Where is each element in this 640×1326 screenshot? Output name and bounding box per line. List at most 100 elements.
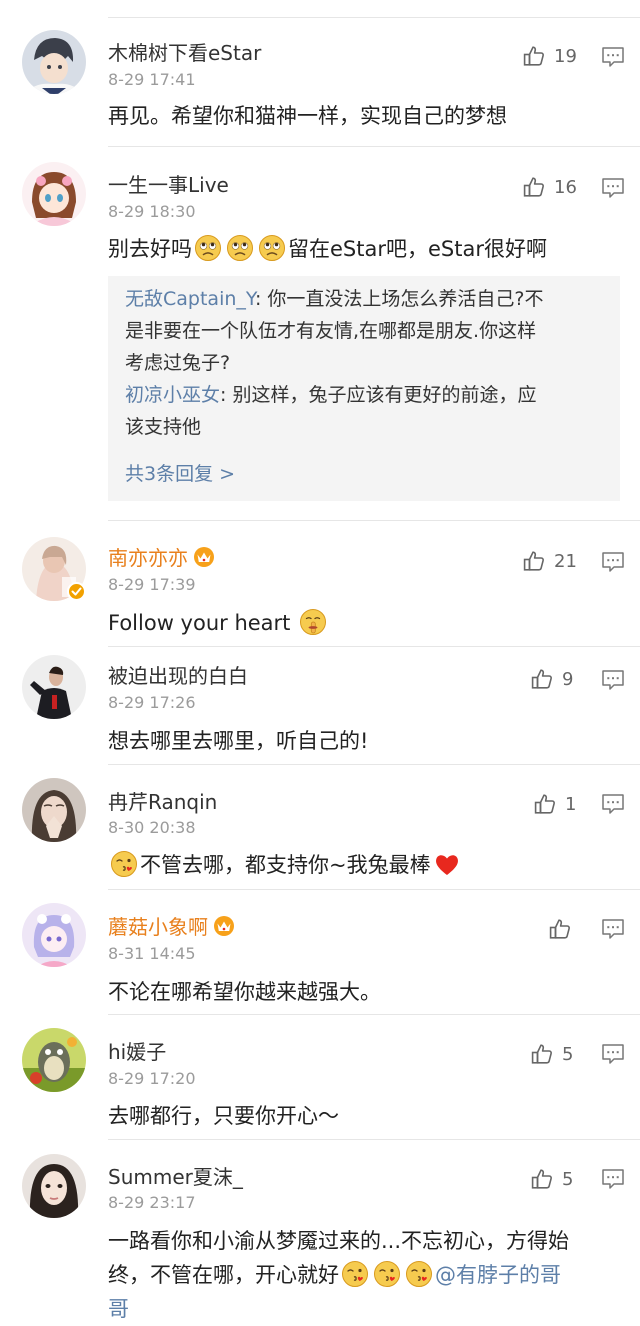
thumbs-up-icon — [530, 667, 554, 691]
comment-text: 去哪都行，只要你开心～ — [108, 1104, 339, 1128]
username[interactable]: Summer夏沫_ — [108, 1161, 243, 1190]
reply-line: 是非要在一个队伍才有友情,在哪都是朋友.你这样 — [125, 320, 537, 342]
comment-icon[interactable] — [601, 177, 625, 199]
reply-line: 考虑过兔子? — [125, 352, 231, 374]
comment-icon[interactable] — [601, 1043, 625, 1065]
avatar-image — [22, 903, 86, 967]
timestamp: 8-29 18:30 — [108, 202, 196, 221]
thumbs-up-icon — [522, 175, 546, 199]
blowing-kiss-emoji — [110, 850, 138, 878]
like-count: 9 — [562, 668, 574, 690]
username[interactable]: 被迫出现的白白 — [108, 660, 248, 689]
verified-badge-icon — [67, 582, 86, 601]
timestamp: 8-30 20:38 — [108, 818, 196, 837]
avatar[interactable] — [22, 903, 86, 967]
user-mention-link[interactable]: 哥 — [108, 1292, 620, 1326]
sad-face-emoji — [226, 234, 254, 262]
like-button[interactable]: 21 — [522, 549, 577, 573]
like-button[interactable] — [548, 917, 572, 941]
thumbs-up-icon — [533, 792, 557, 816]
comment-icon[interactable] — [601, 918, 625, 940]
like-button[interactable]: 1 — [533, 792, 576, 816]
avatar[interactable] — [22, 655, 86, 719]
vip-crown-icon — [192, 544, 216, 568]
thumbs-up-icon — [548, 917, 572, 941]
comment-text: 不论在哪希望你越来越强大。 — [108, 980, 381, 1004]
comment-icon[interactable] — [601, 551, 625, 573]
timestamp: 8-31 14:45 — [108, 944, 196, 963]
username[interactable]: 南亦亦亦 — [108, 542, 216, 571]
sad-face-emoji — [258, 234, 286, 262]
avatar-image — [22, 162, 86, 226]
like-count: 16 — [554, 176, 577, 198]
avatar-image — [22, 1028, 86, 1092]
reply-line: 无敌Captain_Y: 你一直没法上场怎么养活自己?不 — [125, 283, 604, 315]
timestamp: 8-29 17:26 — [108, 693, 196, 712]
comment-icon[interactable] — [601, 669, 625, 691]
reply-preview-box[interactable]: 无敌Captain_Y: 你一直没法上场怎么养活自己?不 是非要在一个队伍才有友… — [108, 276, 620, 501]
avatar[interactable] — [22, 162, 86, 226]
comment-text: 一路看你和小渝从梦魇过来的...不忘初心，方得始 — [108, 1229, 570, 1253]
view-all-replies-link[interactable]: 共3条回复 > — [125, 459, 235, 486]
reply-line: 该支持他 — [125, 416, 202, 438]
username[interactable]: 蘑菇小象啊 — [108, 911, 236, 940]
avatar-image — [22, 1154, 86, 1218]
like-count: 21 — [554, 550, 577, 572]
avatar-image — [22, 778, 86, 842]
like-count: 19 — [554, 45, 577, 67]
user-mention-link[interactable]: @有脖子的哥 — [435, 1263, 561, 1287]
avatar-image — [22, 655, 86, 719]
reply-text: 你一直没法上场怎么养活自己?不 — [267, 288, 544, 310]
timestamp: 8-29 17:39 — [108, 575, 196, 594]
avatar[interactable] — [22, 30, 86, 94]
comment-text: 终，不管在哪，开心就好 @有脖子的哥 — [108, 1258, 620, 1292]
like-count: 5 — [562, 1168, 574, 1190]
reply-line: 初凉小巫女: 别这样，兔子应该有更好的前途，应 — [125, 379, 604, 411]
timestamp: 8-29 17:20 — [108, 1069, 196, 1088]
comment-item: 南亦亦亦 8-29 17:39 21 Follow your heart — [0, 521, 640, 647]
comment-icon[interactable] — [601, 1168, 625, 1190]
like-button[interactable]: 5 — [530, 1042, 573, 1066]
comment-text-part: 留在eStar吧，eStar很好啊 — [288, 237, 547, 261]
comment-text: 想去哪里去哪里，听自己的! — [108, 729, 369, 753]
like-button[interactable]: 9 — [530, 667, 573, 691]
comment-text-part: 别去好吗 — [108, 237, 192, 261]
reply-username[interactable]: 初凉小巫女 — [125, 384, 220, 406]
thumbs-up-icon — [530, 1167, 554, 1191]
comment-item: Summer夏沫_ 8-29 23:17 5 一路看你和小渝从梦魇过来的...不… — [0, 1140, 640, 1321]
blowing-kiss-emoji — [341, 1260, 369, 1288]
like-button[interactable]: 19 — [522, 44, 577, 68]
username[interactable]: 木棉树下看eStar — [108, 37, 261, 66]
comment-text: 再见。希望你和猫神一样，实现自己的梦想 — [108, 104, 507, 128]
username-text: 蘑菇小象啊 — [108, 915, 208, 939]
vip-crown-icon — [212, 913, 236, 937]
username[interactable]: 一生一事Live — [108, 169, 229, 198]
comment-icon[interactable] — [601, 46, 625, 68]
avatar[interactable] — [22, 778, 86, 842]
comment-text-part: 不管去哪，都支持你~我兔最棒 — [140, 853, 431, 877]
comment-item: 冉芹Ranqin 8-30 20:38 1 不管去哪，都支持你~我兔最棒 — [0, 765, 640, 890]
comment-text-part: 终，不管在哪，开心就好 — [108, 1263, 339, 1287]
timestamp: 8-29 17:41 — [108, 70, 196, 89]
reply-username[interactable]: 无敌Captain_Y — [125, 288, 255, 310]
comment-text: Follow your heart — [108, 606, 620, 640]
avatar-image — [22, 30, 86, 94]
comment-item: hi媛子 8-29 17:20 5 去哪都行，只要你开心～ — [0, 1015, 640, 1140]
avatar[interactable] — [22, 1154, 86, 1218]
comment-text: 别去好吗 留在eStar吧，eStar很好啊 — [108, 232, 620, 266]
reply-separator: : — [220, 384, 233, 406]
reply-text: 别这样，兔子应该有更好的前途，应 — [232, 384, 537, 406]
username[interactable]: hi媛子 — [108, 1036, 166, 1065]
comment-text: 不管去哪，都支持你~我兔最棒 — [108, 848, 620, 882]
username-text: 南亦亦亦 — [108, 546, 188, 570]
blowing-kiss-emoji — [373, 1260, 401, 1288]
comment-icon[interactable] — [601, 793, 625, 815]
avatar[interactable] — [22, 1028, 86, 1092]
shushing-face-emoji — [299, 608, 327, 636]
like-button[interactable]: 5 — [530, 1167, 573, 1191]
comment-item: 一生一事Live 8-29 18:30 16 别去好吗 留在eStar吧，eSta… — [0, 147, 640, 521]
username[interactable]: 冉芹Ranqin — [108, 786, 217, 815]
like-button[interactable]: 16 — [522, 175, 577, 199]
like-count: 1 — [565, 793, 577, 815]
comment-item: 蘑菇小象啊 8-31 14:45 不论在哪希望你越来越强大。 — [0, 890, 640, 1015]
